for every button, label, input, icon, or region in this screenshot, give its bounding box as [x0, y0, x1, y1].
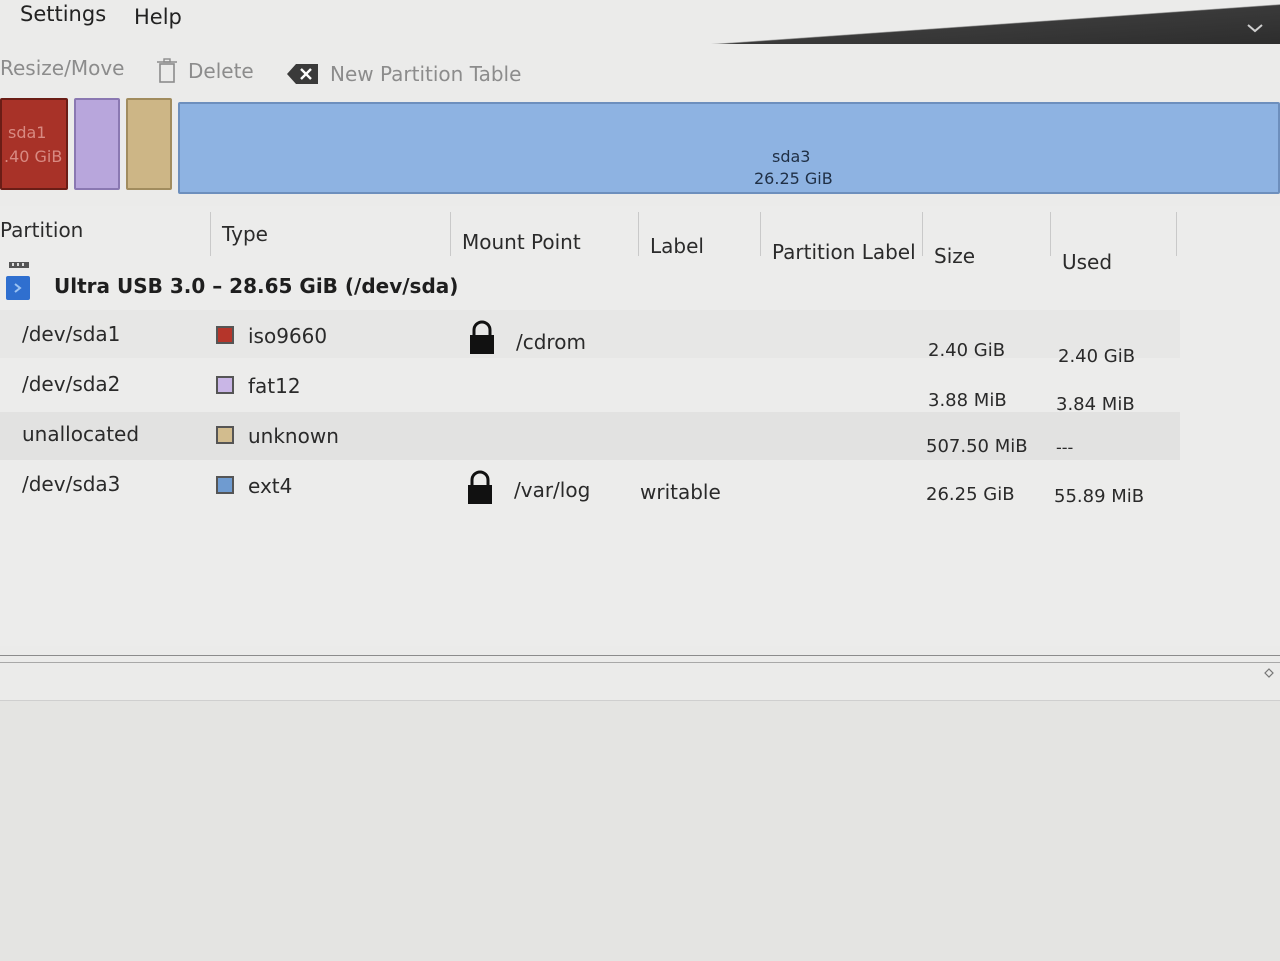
mount-point: /cdrom	[516, 330, 586, 354]
segment-sda1-name: sda1	[8, 123, 47, 142]
partition-name: /dev/sda1	[22, 322, 121, 346]
table-row[interactable]: /dev/sda3 ext4 /var/log writable 26.25 G…	[0, 464, 1180, 512]
table-row[interactable]: /dev/sda2 fat12 3.88 MiB 3.84 MiB	[0, 362, 1180, 415]
header-mount-point[interactable]: Mount Point	[462, 230, 581, 254]
segment-sda1[interactable]: sda1 .40 GiB	[0, 98, 68, 190]
partition-size: 26.25 GiB	[926, 484, 1015, 505]
pending-operations-pane	[0, 700, 1280, 961]
table-row[interactable]: unallocated unknown 507.50 MiB ---	[0, 412, 1180, 460]
usb-drive-icon	[6, 262, 30, 300]
delete-label: Delete	[188, 59, 254, 83]
partition-name: /dev/sda3	[22, 472, 121, 496]
new-partition-table-button[interactable]: New Partition Table	[286, 62, 521, 86]
partition-table: Partition Type Mount Point Label Partiti…	[0, 206, 1280, 646]
lock-icon	[468, 470, 492, 504]
column-separator[interactable]	[210, 212, 211, 256]
mount-point: /var/log	[514, 478, 591, 502]
device-row[interactable]: Ultra USB 3.0 – 28.65 GiB (/dev/sda)	[0, 260, 1280, 310]
filesystem-type: iso9660	[248, 324, 328, 348]
type-color-swatch	[216, 476, 234, 494]
partition-used: 55.89 MiB	[1054, 486, 1145, 507]
lock-icon	[470, 320, 494, 354]
header-partition[interactable]: Partition	[0, 218, 83, 242]
column-separator[interactable]	[450, 212, 451, 256]
segment-sda3[interactable]: sda3 26.25 GiB	[178, 102, 1280, 194]
column-separator[interactable]	[922, 212, 923, 256]
segment-sda3-size: 26.25 GiB	[754, 169, 833, 188]
table-row[interactable]: /dev/sda1 iso9660 /cdrom 2.40 GiB 2.40 G…	[0, 310, 1180, 367]
filesystem-type: ext4	[248, 474, 293, 498]
pane-divider[interactable]	[0, 655, 1280, 663]
segment-unallocated[interactable]	[126, 98, 172, 190]
partition-size: 507.50 MiB	[926, 436, 1028, 457]
filesystem-type: unknown	[248, 424, 339, 448]
type-color-swatch	[216, 326, 234, 344]
menu-bar: Settings Help	[0, 0, 1280, 36]
device-title: Ultra USB 3.0 – 28.65 GiB (/dev/sda)	[54, 274, 459, 298]
menu-settings[interactable]: Settings	[20, 2, 106, 26]
partition-name: /dev/sda2	[22, 372, 121, 396]
resize-move-label: Resize/Move	[0, 56, 125, 80]
trash-icon	[157, 58, 177, 83]
segment-sda3-name: sda3	[772, 147, 811, 166]
partition-used: ---	[1056, 438, 1074, 457]
partition-graphic: sda1 .40 GiB sda3 26.25 GiB	[0, 98, 1280, 198]
column-separator[interactable]	[1176, 212, 1177, 256]
header-label[interactable]: Label	[650, 234, 704, 258]
toolbar: Resize/Move Delete New Partition Table	[0, 48, 1280, 94]
menu-help[interactable]: Help	[134, 5, 182, 29]
partition-size: 2.40 GiB	[928, 340, 1006, 361]
partition-name: unallocated	[22, 422, 140, 446]
segment-sda1-size: .40 GiB	[4, 147, 63, 166]
clear-icon	[287, 64, 318, 84]
resize-handle-icon[interactable]	[1264, 668, 1274, 678]
type-color-swatch	[216, 426, 234, 444]
header-type[interactable]: Type	[222, 222, 268, 246]
resize-move-button[interactable]: Resize/Move	[0, 56, 124, 80]
column-separator[interactable]	[638, 212, 639, 256]
delete-button[interactable]: Delete	[156, 58, 254, 84]
filesystem-label: writable	[640, 480, 721, 504]
filesystem-type: fat12	[248, 374, 301, 398]
new-partition-table-label: New Partition Table	[330, 62, 522, 86]
chevron-down-icon[interactable]	[1246, 22, 1264, 34]
partition-size: 3.88 MiB	[928, 390, 1007, 411]
segment-sda2[interactable]	[74, 98, 120, 190]
gparted-window: Settings Help Resize/Move Delete New Par…	[0, 0, 1280, 961]
type-color-swatch	[216, 376, 234, 394]
column-separator[interactable]	[1050, 212, 1051, 256]
column-separator[interactable]	[760, 212, 761, 256]
